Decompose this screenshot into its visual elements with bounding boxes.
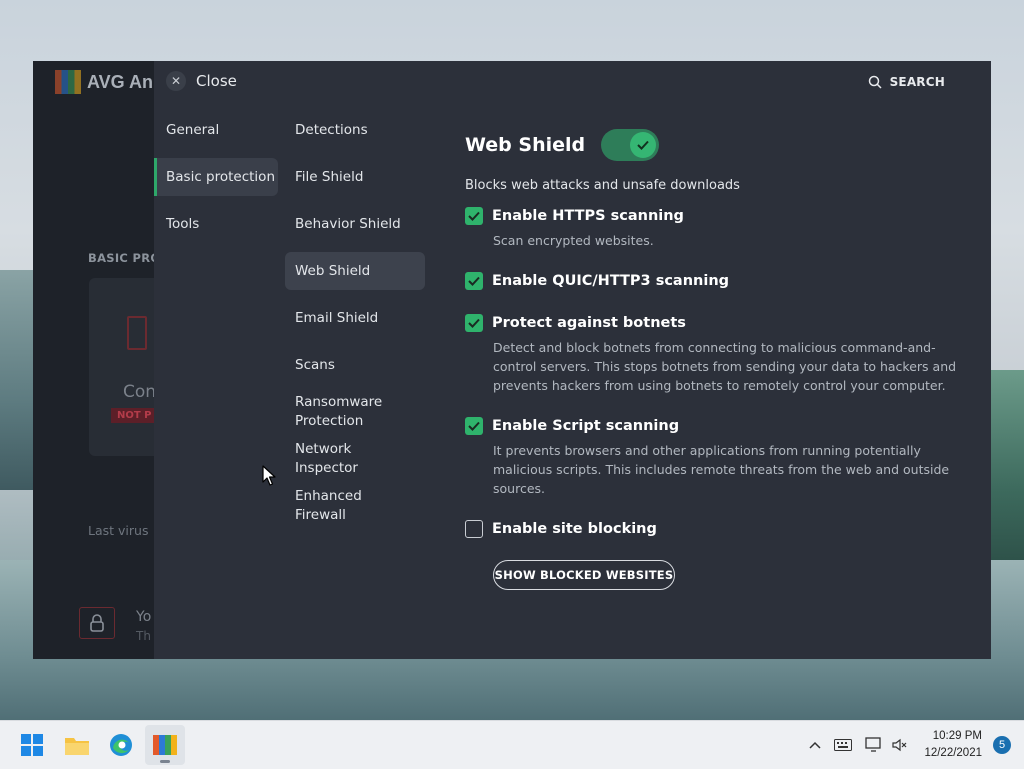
option-label: Enable Script scanning (492, 418, 680, 434)
shield-description: Blocks web attacks and unsafe downloads (465, 178, 740, 193)
subcategory-label: Ransomware Protection (295, 394, 383, 429)
settings-panel: ✕ Close SEARCH General Basic protection … (154, 61, 991, 659)
category-general[interactable]: General (154, 111, 278, 149)
web-shield-content: Web Shield Blocks web attacks and unsafe… (465, 129, 965, 590)
botnets-checkbox[interactable] (465, 314, 483, 332)
clock-time: 10:29 PM (932, 730, 982, 742)
option-description: It prevents browsers and other applicati… (493, 443, 950, 496)
quic-scanning-checkbox[interactable] (465, 272, 483, 290)
search-icon (868, 75, 882, 89)
avg-taskbar-button[interactable] (145, 725, 185, 765)
subcategory-label: Enhanced Firewall (295, 488, 362, 523)
notification-badge[interactable]: 5 (993, 736, 1011, 754)
option-description: Detect and block botnets from connecting… (493, 340, 957, 393)
category-label: General (166, 122, 220, 138)
toggle-check-icon (630, 132, 657, 158)
close-button[interactable]: ✕ Close (166, 71, 237, 91)
site-blocking-checkbox[interactable] (465, 520, 483, 538)
subcategory-network-inspector[interactable]: Network Inspector (285, 440, 425, 478)
bottom-card-title: Yo (136, 609, 152, 625)
https-scanning-checkbox[interactable] (465, 207, 483, 225)
subcategory-detections[interactable]: Detections (285, 111, 425, 149)
subcategory-enhanced-firewall[interactable]: Enhanced Firewall (285, 487, 425, 525)
show-blocked-websites-button[interactable]: SHOW BLOCKED WEBSITES (493, 560, 675, 590)
card-status-icon (127, 316, 147, 350)
search-label: SEARCH (889, 75, 945, 89)
edge-button[interactable] (101, 725, 141, 765)
subcategory-label: Email Shield (295, 309, 379, 326)
avg-logo-icon (55, 70, 81, 94)
script-scanning-checkbox[interactable] (465, 417, 483, 435)
show-hidden-icons-chevron-icon[interactable] (805, 735, 825, 755)
last-scan-text: Last virus (88, 523, 149, 538)
subcategory-file-shield[interactable]: File Shield (285, 158, 425, 196)
volume-muted-icon[interactable] (890, 735, 910, 755)
start-button[interactable] (12, 725, 52, 765)
web-shield-toggle[interactable] (601, 129, 660, 161)
file-explorer-icon (65, 738, 89, 755)
subcategory-label: File Shield (295, 168, 364, 185)
avg-icon (153, 735, 177, 755)
option-site-blocking: Enable site blocking (465, 520, 965, 538)
category-basic-protection[interactable]: Basic protection (154, 158, 278, 196)
category-label: Basic protection (166, 169, 275, 185)
option-botnets: Protect against botnets Detect and block… (465, 314, 965, 395)
avg-logo: AVG An (55, 70, 153, 94)
check-icon (468, 211, 480, 221)
search-button[interactable]: SEARCH (868, 75, 945, 89)
clock-date: 12/22/2021 (924, 747, 982, 759)
option-label: Enable site blocking (492, 521, 657, 537)
check-icon (468, 318, 480, 328)
subcategory-label: Network Inspector (295, 441, 358, 476)
page-title: Web Shield (465, 134, 586, 156)
category-list: General Basic protection Tools (154, 111, 278, 252)
option-script-scanning: Enable Script scanning It prevents brows… (465, 417, 965, 498)
avg-logo-text: AVG An (87, 71, 153, 92)
lock-icon (79, 607, 115, 639)
subcategory-scans[interactable]: Scans (285, 346, 425, 384)
subcategory-label: Scans (295, 356, 335, 373)
mouse-cursor-icon (262, 465, 276, 486)
subcategory-ransomware-protection[interactable]: Ransomware Protection (285, 393, 405, 431)
card-badge: NOT P (111, 408, 158, 423)
subcategory-label: Web Shield (295, 262, 371, 279)
network-icon[interactable] (864, 735, 884, 755)
subcategory-behavior-shield[interactable]: Behavior Shield (285, 205, 425, 243)
card-title: Con (123, 382, 157, 402)
edge-icon (110, 734, 132, 756)
subcategory-label: Detections (295, 121, 368, 138)
option-description: Scan encrypted websites. (493, 233, 654, 248)
taskbar: 10:29 PM 12/22/2021 5 (0, 720, 1024, 769)
close-icon: ✕ (166, 71, 186, 91)
start-icon (21, 734, 43, 756)
subcategory-web-shield[interactable]: Web Shield (285, 252, 425, 290)
check-icon (468, 421, 480, 431)
shield-header: Web Shield (465, 129, 965, 161)
option-label: Enable HTTPS scanning (492, 208, 684, 224)
option-https-scanning: Enable HTTPS scanning Scan encrypted web… (465, 207, 965, 250)
close-label: Close (196, 72, 237, 90)
category-label: Tools (166, 216, 200, 232)
check-icon (468, 276, 480, 286)
option-quic-scanning: Enable QUIC/HTTP3 scanning (465, 272, 965, 290)
keyboard-icon[interactable] (833, 735, 853, 755)
file-explorer-button[interactable] (57, 725, 97, 765)
category-tools[interactable]: Tools (154, 205, 278, 243)
option-label: Protect against botnets (492, 315, 686, 331)
bottom-card-subtitle: Th (136, 629, 151, 643)
subcategory-email-shield[interactable]: Email Shield (285, 299, 425, 337)
dashboard-section-label: BASIC PRO (88, 251, 161, 265)
option-label: Enable QUIC/HTTP3 scanning (492, 273, 730, 289)
subcategory-list: Detections File Shield Behavior Shield W… (285, 111, 425, 534)
clock[interactable]: 10:29 PM 12/22/2021 (924, 728, 982, 762)
subcategory-label: Behavior Shield (295, 215, 401, 232)
avg-window: AVG An BASIC PRO Con NOT P Last virus Yo… (33, 61, 991, 659)
